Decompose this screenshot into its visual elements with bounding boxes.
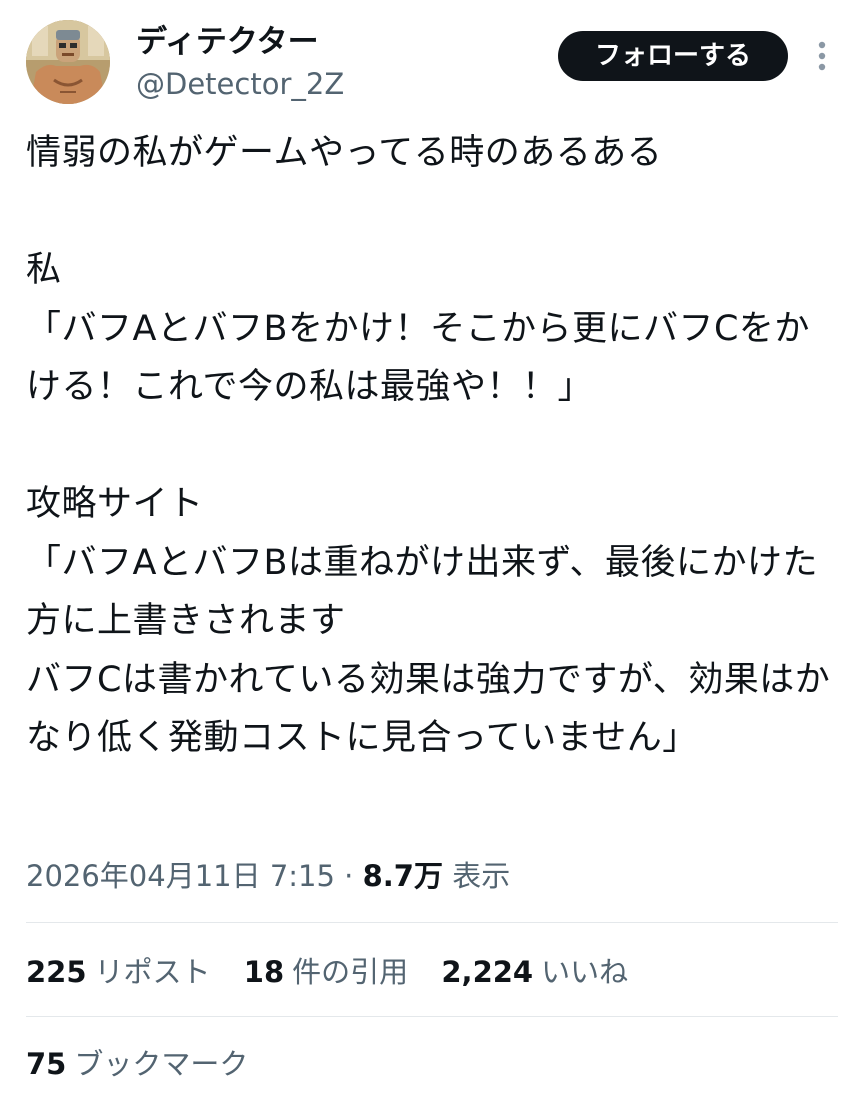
bookmarks-count: 75: [26, 1047, 67, 1081]
divider: [26, 922, 838, 923]
divider: [26, 1016, 838, 1017]
avatar-image: [26, 20, 110, 104]
views-count: 8.7万: [362, 859, 443, 893]
reposts-count: 225: [26, 955, 87, 989]
bookmark-stats: 75 ブックマーク: [26, 1042, 272, 1086]
avatar[interactable]: [26, 20, 110, 104]
more-vertical-icon[interactable]: [804, 36, 840, 76]
likes-count: 2,224: [441, 955, 534, 989]
quotes-label: 件の引用: [292, 955, 409, 989]
tweet-text: 情弱の私がゲームやってる時のあるある 私 「バフAとバフBをかけ！そこから更にバ…: [26, 133, 831, 758]
tweet-header: ディテクター @Detector_2Z フォローする: [0, 0, 864, 120]
tweet-meta: 2026年04月11日 7:15 · 8.7万 表示: [26, 854, 510, 898]
author-handle[interactable]: @Detector_2Z: [136, 66, 344, 102]
reposts-label: リポスト: [94, 955, 211, 989]
follow-button[interactable]: フォローする: [558, 31, 788, 81]
meta-separator: ·: [334, 859, 363, 893]
bookmarks-stat[interactable]: 75 ブックマーク: [26, 1042, 248, 1086]
tweet-timestamp[interactable]: 2026年04月11日 7:15: [26, 859, 335, 893]
author-display-name[interactable]: ディテクター: [136, 22, 319, 62]
quotes-count: 18: [243, 955, 285, 989]
quotes-stat[interactable]: 18 件の引用: [244, 950, 408, 994]
engagement-stats: 225 リポスト 18 件の引用 2,224 いいね: [26, 950, 652, 994]
bookmarks-label: ブックマーク: [74, 1047, 249, 1081]
likes-label: いいね: [541, 955, 629, 989]
reposts-stat[interactable]: 225 リポスト: [26, 950, 211, 994]
views-label: 表示: [452, 859, 511, 893]
likes-stat[interactable]: 2,224 いいね: [441, 950, 628, 994]
